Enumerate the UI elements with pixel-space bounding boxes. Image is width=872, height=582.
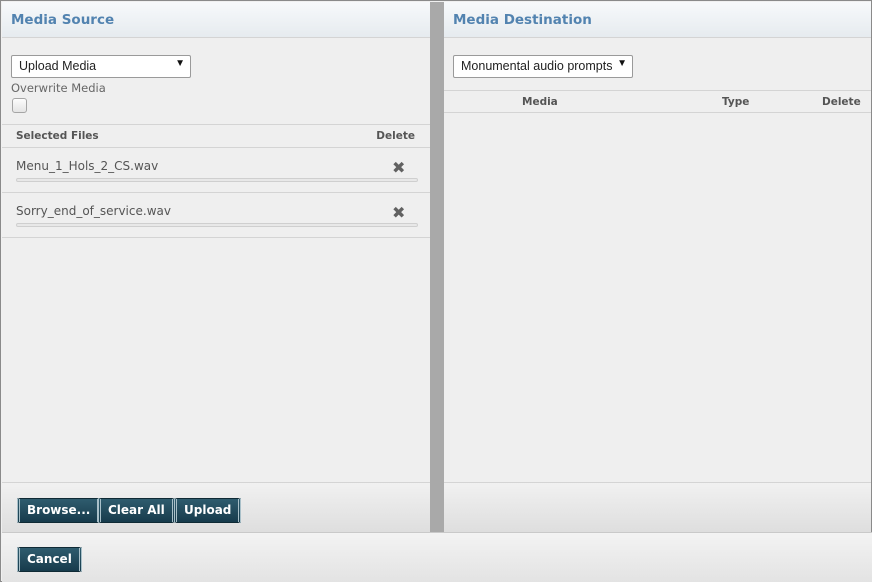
media-destination-pane: Media Destination Monumental audio promp… <box>444 2 871 532</box>
file-row: Menu_1_Hols_2_CS.wav ✖ <box>2 148 430 193</box>
chevron-down-icon: ▼ <box>617 58 627 69</box>
dialog-footer: Cancel <box>2 532 872 582</box>
delete-column: Delete <box>376 130 415 142</box>
file-name: Sorry_end_of_service.wav <box>16 204 171 218</box>
chevron-down-icon: ▼ <box>175 58 185 69</box>
file-row: Sorry_end_of_service.wav ✖ <box>2 193 430 238</box>
cancel-button[interactable]: Cancel <box>17 547 82 572</box>
type-column: Type <box>722 96 750 108</box>
selected-files-column: Selected Files <box>16 130 99 142</box>
overwrite-media-checkbox[interactable] <box>12 98 27 113</box>
source-type-value: Upload Media <box>19 59 97 73</box>
media-source-title: Media Source <box>11 12 115 28</box>
overwrite-media-label: Overwrite Media <box>11 81 106 95</box>
delete-file-icon[interactable]: ✖ <box>392 158 405 177</box>
clear-all-button[interactable]: Clear All <box>98 498 175 523</box>
media-destination-footer <box>444 482 871 532</box>
selected-files-header: Selected Files Delete <box>2 124 430 148</box>
media-destination-header: Media Destination <box>444 2 871 38</box>
media-source-footer: Browse... Clear All Upload <box>2 482 430 532</box>
media-source-header: Media Source <box>2 2 430 38</box>
source-type-select[interactable]: Upload Media ▼ <box>11 55 191 78</box>
pane-divider[interactable] <box>430 2 444 532</box>
destination-select[interactable]: Monumental audio prompts ▼ <box>453 55 633 78</box>
media-column: Media <box>522 96 558 108</box>
upload-button[interactable]: Upload <box>174 498 242 523</box>
media-upload-dialog: Media Source Upload Media ▼ Overwrite Me… <box>0 0 872 582</box>
delete-column: Delete <box>822 96 861 108</box>
upload-progress-bar <box>16 178 418 182</box>
delete-file-icon[interactable]: ✖ <box>392 203 405 222</box>
destination-value: Monumental audio prompts <box>461 59 613 73</box>
media-destination-title: Media Destination <box>453 12 592 28</box>
destination-table-header: Media Type Delete <box>444 90 871 113</box>
upload-progress-bar <box>16 223 418 227</box>
file-name: Menu_1_Hols_2_CS.wav <box>16 159 159 173</box>
media-source-pane: Media Source Upload Media ▼ Overwrite Me… <box>2 2 430 532</box>
browse-button[interactable]: Browse... <box>17 498 101 523</box>
